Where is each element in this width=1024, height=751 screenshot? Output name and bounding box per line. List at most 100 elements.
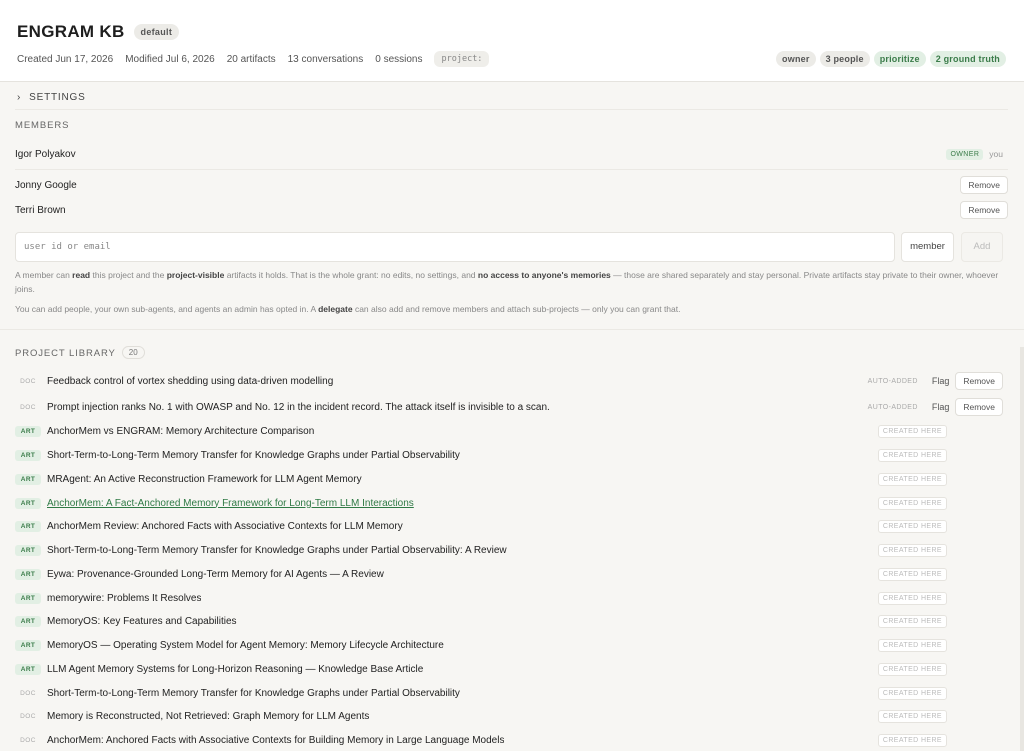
item-actions: CREATED HERE (877, 567, 1003, 581)
created-here-label: CREATED HERE (877, 662, 947, 676)
item-actions: CREATED HERE (877, 686, 1003, 700)
item-title-link[interactable]: AnchorMem: A Fact-Anchored Memory Framew… (47, 498, 414, 509)
item-kind-tag: DOC (20, 403, 36, 411)
member-row-owner: Igor Polyakov OWNER you (15, 143, 1008, 165)
auto-added-label: AUTO-ADDED (867, 403, 918, 411)
prioritize-badge: prioritize (873, 51, 926, 67)
chevron-right-icon: › (17, 92, 22, 103)
conversation-count: 13 conversations (287, 53, 364, 65)
flag-button[interactable]: Flag (932, 402, 950, 412)
divider (15, 109, 1008, 110)
library-item[interactable]: ART Short-Term-to-Long-Term Memory Transf… (15, 540, 1003, 560)
library-item[interactable]: ART Eywa: Provenance-Grounded Long-Term M… (15, 564, 1003, 584)
item-kind-tag: ART (15, 615, 41, 627)
item-title[interactable]: Feedback control of vortex shedding usin… (47, 376, 333, 387)
member-name: Jonny Google (15, 179, 77, 191)
item-kind-tag: ART (15, 473, 41, 485)
library-item[interactable]: DOC Prompt injection ranks No. 1 with OWA… (15, 397, 1003, 417)
item-kind-tag: ART (15, 425, 41, 437)
remove-member-button[interactable]: Remove (960, 201, 1008, 219)
delegate-help-text: You can add people, your own sub-agents,… (15, 304, 681, 314)
library-label: PROJECT LIBRARY (15, 348, 116, 359)
item-actions: CREATED HERE (877, 709, 1003, 723)
item-actions: CREATED HERE (877, 543, 1003, 557)
you-label: you (989, 149, 1003, 159)
created-here-label: CREATED HERE (877, 614, 947, 628)
library-item[interactable]: ART memorywire: Problems It Resolves CREAT… (15, 588, 1003, 608)
item-actions: CREATED HERE (877, 591, 1003, 605)
library-item[interactable]: ART MRAgent: An Active Reconstruction Fra… (15, 469, 1003, 489)
project-header: ENGRAM KB default Created Jun 17, 2026 M… (0, 0, 1024, 82)
scrollbar[interactable] (1020, 347, 1024, 751)
item-title[interactable]: AnchorMem: Anchored Facts with Associati… (47, 735, 504, 746)
item-title[interactable]: Memory is Reconstructed, Not Retrieved: … (47, 711, 369, 722)
item-actions: CREATED HERE (877, 614, 1003, 628)
item-kind-tag: ART (15, 639, 41, 651)
created-here-label: CREATED HERE (877, 424, 947, 438)
item-title[interactable]: LLM Agent Memory Systems for Long-Horizo… (47, 664, 423, 675)
divider (0, 329, 1024, 330)
created-here-label: CREATED HERE (877, 448, 947, 462)
item-kind-tag: DOC (20, 712, 36, 720)
item-kind-tag: DOC (20, 689, 36, 697)
item-title[interactable]: MemoryOS: Key Features and Capabilities (47, 616, 237, 627)
created-date: Created Jun 17, 2026 (17, 53, 114, 65)
remove-member-button[interactable]: Remove (960, 176, 1008, 194)
member-name: Terri Brown (15, 204, 66, 216)
ground-truth-badge: 2 ground truth (929, 51, 1006, 67)
library-item[interactable]: ART AnchorMem: A Fact-Anchored Memory Fra… (15, 493, 1003, 513)
item-title[interactable]: Eywa: Provenance-Grounded Long-Term Memo… (47, 569, 384, 580)
item-kind-tag: ART (15, 663, 41, 675)
flag-button[interactable]: Flag (932, 376, 950, 386)
settings-toggle[interactable]: › SETTINGS (17, 92, 86, 103)
role-select[interactable]: member (901, 232, 954, 262)
library-item[interactable]: ART AnchorMem Review: Anchored Facts with… (15, 516, 1003, 536)
item-title[interactable]: AnchorMem vs ENGRAM: Memory Architecture… (47, 426, 314, 437)
item-kind-tag: ART (15, 544, 41, 556)
divider (15, 169, 1008, 170)
artifact-count: 20 artifacts (226, 53, 276, 65)
item-kind-tag: DOC (20, 377, 36, 385)
created-here-label: CREATED HERE (877, 709, 947, 723)
item-kind-tag: DOC (20, 736, 36, 744)
library-item[interactable]: DOC AnchorMem: Anchored Facts with Associ… (15, 730, 1003, 750)
auto-added-label: AUTO-ADDED (867, 377, 918, 385)
created-here-label: CREATED HERE (877, 567, 947, 581)
item-kind-tag: ART (15, 568, 41, 580)
member-row: Terri Brown Remove (15, 199, 1008, 221)
item-title[interactable]: AnchorMem Review: Anchored Facts with As… (47, 521, 403, 532)
created-here-label: CREATED HERE (877, 591, 947, 605)
library-item[interactable]: ART LLM Agent Memory Systems for Long-Hor… (15, 659, 1003, 679)
library-item[interactable]: ART AnchorMem vs ENGRAM: Memory Architect… (15, 421, 1003, 441)
library-item[interactable]: ART Short-Term-to-Long-Term Memory Transf… (15, 445, 1003, 465)
remove-item-button[interactable]: Remove (955, 372, 1003, 390)
library-item[interactable]: ART MemoryOS — Operating System Model for… (15, 635, 1003, 655)
item-title[interactable]: MRAgent: An Active Reconstruction Framew… (47, 474, 362, 485)
remove-item-button[interactable]: Remove (955, 398, 1003, 416)
session-count: 0 sessions (375, 53, 423, 65)
library-item[interactable]: DOC Memory is Reconstructed, Not Retrieve… (15, 706, 1003, 726)
created-here-label: CREATED HERE (877, 472, 947, 486)
item-title[interactable]: Short-Term-to-Long-Term Memory Transfer … (47, 545, 507, 556)
created-here-label: CREATED HERE (877, 519, 947, 533)
library-count: 20 (121, 346, 145, 359)
item-actions: AUTO-ADDED Flag Remove (868, 398, 1003, 416)
item-title[interactable]: MemoryOS — Operating System Model for Ag… (47, 640, 444, 651)
library-item[interactable]: DOC Short-Term-to-Long-Term Memory Transf… (15, 683, 1003, 703)
item-title[interactable]: memorywire: Problems It Resolves (47, 593, 201, 604)
library-item[interactable]: DOC Feedback control of vortex shedding u… (15, 371, 1003, 391)
library-heading: PROJECT LIBRARY 20 (15, 346, 145, 359)
item-title[interactable]: Short-Term-to-Long-Term Memory Transfer … (47, 688, 460, 699)
item-title[interactable]: Prompt injection ranks No. 1 with OWASP … (47, 402, 550, 413)
library-item[interactable]: ART MemoryOS: Key Features and Capabiliti… (15, 611, 1003, 631)
member-id-input[interactable]: user id or email (15, 232, 895, 262)
item-title[interactable]: Short-Term-to-Long-Term Memory Transfer … (47, 450, 460, 461)
item-kind-tag: ART (15, 592, 41, 604)
item-actions: CREATED HERE (877, 472, 1003, 486)
add-member-button[interactable]: Add (961, 232, 1003, 262)
item-actions: CREATED HERE (877, 733, 1003, 747)
item-actions: CREATED HERE (877, 519, 1003, 533)
default-badge: default (133, 24, 180, 40)
owner-badge: owner (776, 51, 816, 67)
item-actions: CREATED HERE (877, 496, 1003, 510)
